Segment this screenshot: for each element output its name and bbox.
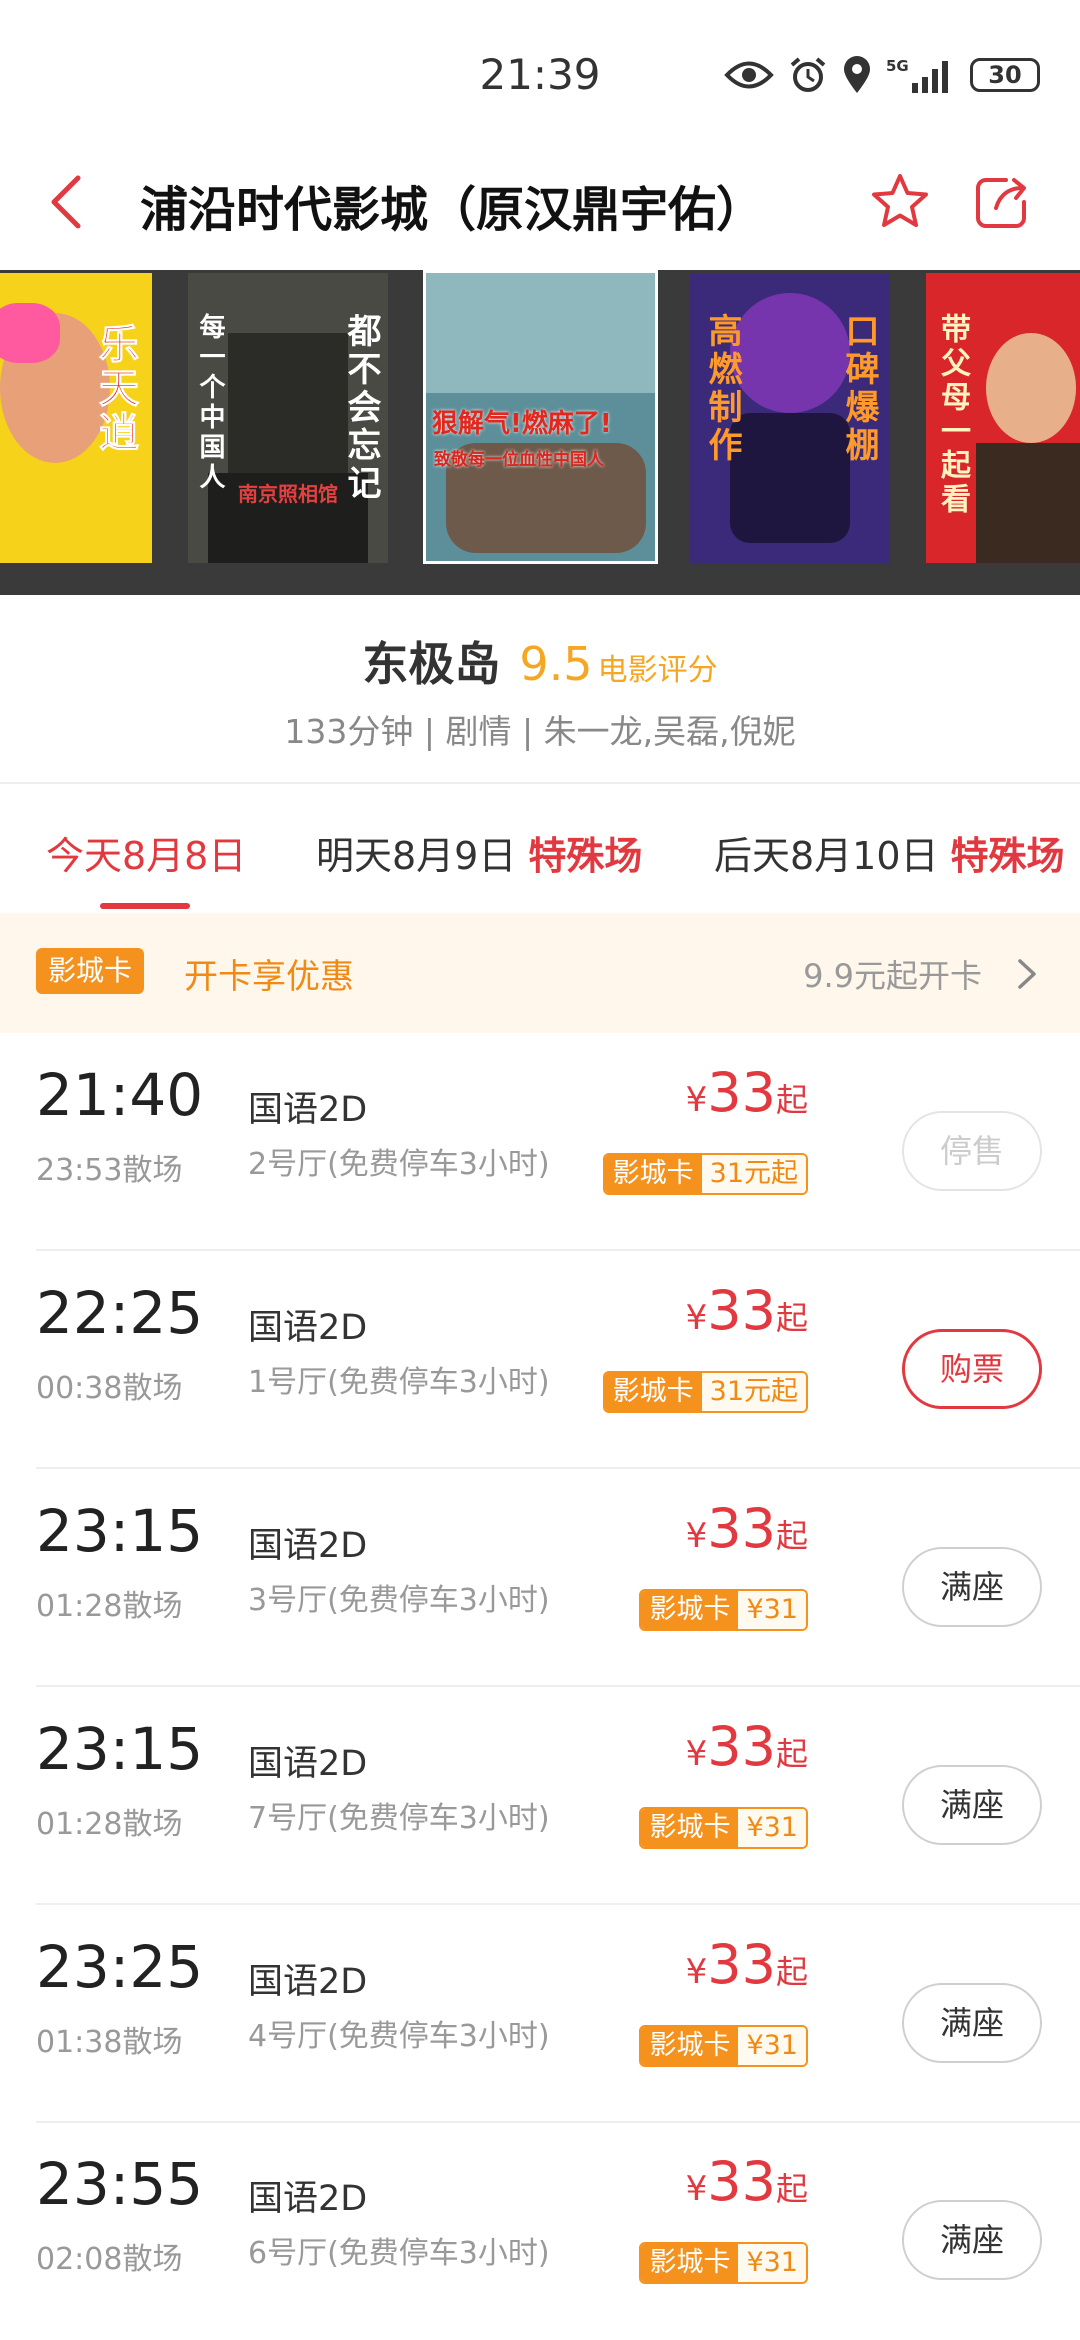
session-start-time: 23:15 <box>36 1715 204 1783</box>
poster-4-text-right: 口碑爆棚 <box>839 313 879 465</box>
session-row[interactable]: 21:40 23:53散场 国语2D 2号厅(免费停车3小时) ¥33起 影城卡… <box>0 1033 1080 1251</box>
poster-5[interactable]: 带父母一起看 <box>926 273 1080 563</box>
cinema-card-banner[interactable]: 影城卡 开卡享优惠 9.9元起开卡 <box>0 913 1080 1033</box>
movie-meta: 133分钟 | 剧情 | 朱一龙,吴磊,倪妮 <box>284 712 796 751</box>
session-row[interactable]: 22:25 00:38散场 国语2D 1号厅(免费停车3小时) ¥33起 影城卡… <box>0 1251 1080 1469</box>
session-hall: 4号厅(免费停车3小时) <box>248 2019 550 2054</box>
movie-name: 东极岛 <box>362 637 501 691</box>
session-row[interactable]: 23:25 01:38散场 国语2D 4号厅(免费停车3小时) ¥33起 影城卡… <box>0 1905 1080 2123</box>
location-icon <box>844 56 870 93</box>
session-price: ¥33起 <box>685 1715 808 1778</box>
session-row[interactable]: 23:15 01:28散场 国语2D 7号厅(免费停车3小时) ¥33起 影城卡… <box>0 1687 1080 1905</box>
poster-3-headline: 狠解气!燃麻了! <box>432 409 612 439</box>
poster-2-text-left: 每一个中国人 <box>195 313 225 493</box>
poster-4[interactable]: 高燃制作 口碑爆棚 <box>690 273 890 563</box>
movie-title-line: 东极岛 9.5 电影评分 <box>0 628 1080 694</box>
session-end-time: 23:53散场 <box>36 1153 183 1188</box>
session-language: 国语2D <box>248 1090 368 1130</box>
tab-day-after-special: 特殊场 <box>950 834 1065 878</box>
session-start-time: 23:55 <box>36 2150 204 2218</box>
svg-text:5G: 5G <box>886 57 909 75</box>
session-card-price: 影城卡 31元起 <box>602 1371 808 1413</box>
tab-day-after[interactable]: 后天8月10日 特殊场 <box>714 825 1065 880</box>
session-row[interactable]: 23:15 01:28散场 国语2D 3号厅(免费停车3小时) ¥33起 影城卡… <box>0 1469 1080 1687</box>
session-end-time: 00:38散场 <box>36 1371 183 1406</box>
poster-5-title: 带父母一起看 <box>935 313 970 517</box>
poster-3-tagline: 致敬每一位血性中国人 <box>434 450 604 470</box>
session-card-price: 影城卡 ¥31 <box>639 1589 808 1631</box>
status-bar: 21:39 5G 30 <box>0 0 1080 150</box>
session-hall: 1号厅(免费停车3小时) <box>248 1365 550 1400</box>
session-start-time: 22:25 <box>36 1279 204 1347</box>
session-end-time: 01:28散场 <box>36 1589 183 1624</box>
session-start-time: 21:40 <box>36 1061 204 1129</box>
full-seat-button[interactable]: 满座 <box>902 1547 1042 1627</box>
session-start-time: 23:25 <box>36 1933 204 2001</box>
tab-tomorrow-special: 特殊场 <box>528 834 643 878</box>
session-price: ¥33起 <box>685 1061 808 1124</box>
full-seat-button[interactable]: 满座 <box>902 1983 1042 2063</box>
session-end-time: 02:08散场 <box>36 2242 183 2277</box>
session-price: ¥33起 <box>685 1279 808 1342</box>
alarm-icon <box>790 57 826 92</box>
poster-2-text-right: 都不会忘记 <box>341 313 381 503</box>
chevron-right-icon <box>1018 959 1036 989</box>
eye-icon <box>724 61 774 89</box>
movie-score: 9.5 <box>519 637 593 691</box>
divider <box>0 782 1080 784</box>
full-seat-button[interactable]: 满座 <box>902 2200 1042 2280</box>
session-language: 国语2D <box>248 2179 368 2219</box>
session-card-price: 影城卡 ¥31 <box>639 1807 808 1849</box>
poster-2-caption: 南京照相馆 <box>238 482 338 506</box>
poster-3-selected[interactable]: 狠解气!燃麻了! 致敬每一位血性中国人 <box>423 270 658 564</box>
session-card-price: 影城卡 31元起 <box>602 1153 808 1195</box>
session-card-price: 影城卡 ¥31 <box>639 2025 808 2067</box>
share-icon[interactable] <box>972 172 1032 232</box>
session-language: 国语2D <box>248 1962 368 2002</box>
signal-icon: 5G <box>886 57 948 93</box>
status-icons: 5G 30 <box>724 55 1040 95</box>
poster-2[interactable]: 每一个中国人 都不会忘记 南京照相馆 <box>188 273 388 563</box>
session-end-time: 01:38散场 <box>36 2025 183 2060</box>
movie-score-label: 电影评分 <box>597 653 718 688</box>
poster-1[interactable]: 乐天逍 <box>0 273 152 563</box>
session-end-time: 01:28散场 <box>36 1807 183 1842</box>
session-language: 国语2D <box>248 1526 368 1566</box>
full-seat-button[interactable]: 满座 <box>902 1765 1042 1845</box>
buy-ticket-button[interactable]: 购票 <box>902 1329 1042 1409</box>
tab-tomorrow[interactable]: 明天8月9日 特殊场 <box>316 825 642 880</box>
poster-4-text-left: 高燃制作 <box>702 313 742 465</box>
session-start-time: 23:15 <box>36 1497 204 1565</box>
session-language: 国语2D <box>248 1744 368 1784</box>
session-hall: 3号厅(免费停车3小时) <box>248 1583 550 1618</box>
session-card-price: 影城卡 ¥31 <box>639 2242 808 2284</box>
movie-info[interactable]: 东极岛 9.5 电影评分 133分钟 | 剧情 | 朱一龙,吴磊,倪妮 <box>0 600 1080 780</box>
date-tabs: 今天8月8日 明天8月9日 特殊场 后天8月10日 特殊场 <box>0 785 1080 913</box>
session-language: 国语2D <box>248 1308 368 1348</box>
nav-bar: 浦沿时代影城（原汉鼎宇佑） <box>0 150 1080 260</box>
session-row[interactable]: 23:55 02:08散场 国语2D 6号厅(免费停车3小时) ¥33起 影城卡… <box>0 2122 1080 2340</box>
battery-icon: 30 <box>970 58 1040 92</box>
back-icon[interactable] <box>40 172 100 232</box>
tab-today-label: 今天8月8日 <box>46 834 247 878</box>
tab-today[interactable]: 今天8月8日 <box>46 825 246 880</box>
session-price: ¥33起 <box>685 1497 808 1560</box>
sold-out-stop-button[interactable]: 停售 <box>902 1111 1042 1191</box>
poster-1-title: 乐天逍 <box>92 323 139 456</box>
tab-day-after-label: 后天8月10日 <box>714 834 939 878</box>
poster-carousel[interactable]: 乐天逍 每一个中国人 都不会忘记 南京照相馆 狠解气!燃麻了! 致敬每一位血性中… <box>0 270 1080 595</box>
cinema-card-badge: 影城卡 <box>36 948 145 994</box>
cinema-title: 浦沿时代影城（原汉鼎宇佑） <box>140 182 765 238</box>
session-hall: 7号厅(免费停车3小时) <box>248 1801 550 1836</box>
session-hall: 6号厅(免费停车3小时) <box>248 2236 550 2271</box>
session-hall: 2号厅(免费停车3小时) <box>248 1147 550 1182</box>
session-price: ¥33起 <box>685 2150 808 2213</box>
favorite-star-icon[interactable] <box>868 170 932 234</box>
card-open-price: 9.9元起开卡 <box>803 957 982 995</box>
card-promo-text: 开卡享优惠 <box>184 957 354 997</box>
session-price: ¥33起 <box>685 1933 808 1996</box>
active-tab-indicator <box>100 903 190 909</box>
tab-tomorrow-label: 明天8月9日 <box>316 834 517 878</box>
